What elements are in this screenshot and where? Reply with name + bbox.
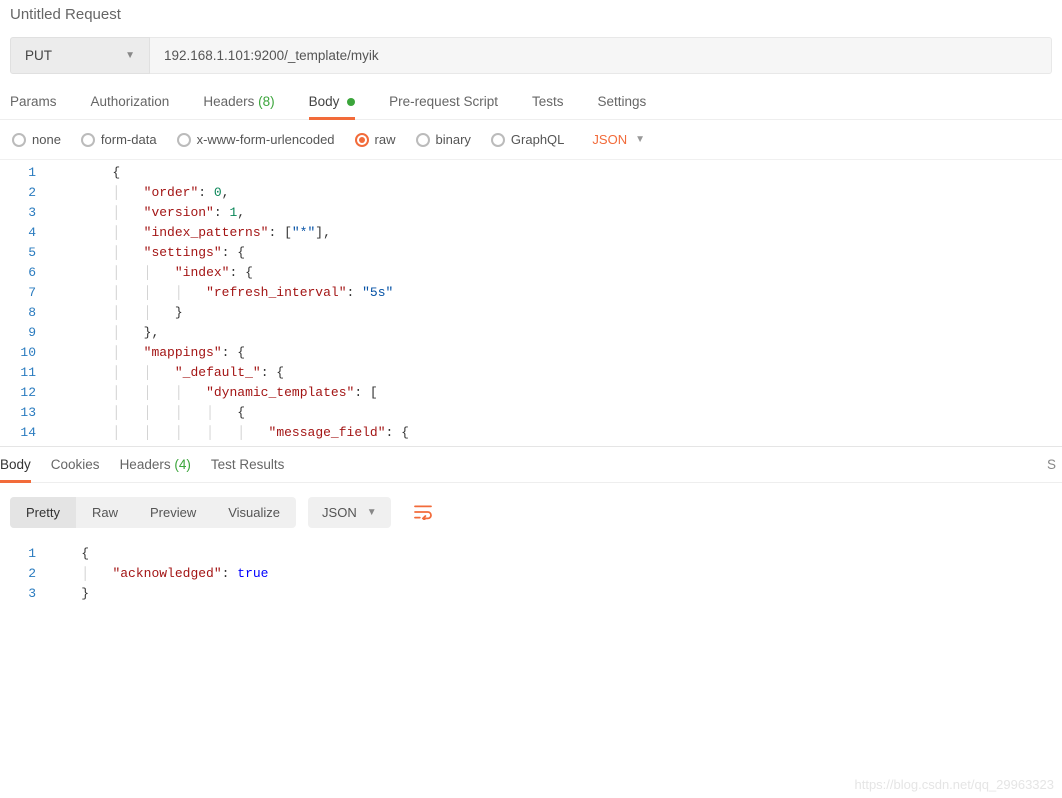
response-tab-cookies[interactable]: Cookies xyxy=(51,457,100,482)
line-gutter: 1234567891011121314 xyxy=(0,163,50,444)
tab-tests[interactable]: Tests xyxy=(532,94,564,119)
body-type-row: none form-data x-www-form-urlencoded raw… xyxy=(0,120,1062,160)
tab-settings[interactable]: Settings xyxy=(597,94,646,119)
body-type-label: x-www-form-urlencoded xyxy=(197,132,335,147)
body-format-label: JSON xyxy=(592,132,627,147)
view-raw-button[interactable]: Raw xyxy=(76,497,134,528)
radio-icon xyxy=(12,133,26,147)
body-type-xwww[interactable]: x-www-form-urlencoded xyxy=(177,132,335,147)
response-tab-headers-label: Headers xyxy=(120,457,171,472)
body-type-label: form-data xyxy=(101,132,157,147)
request-tabs: Params Authorization Headers (8) Body Pr… xyxy=(0,74,1062,120)
http-method-value: PUT xyxy=(25,48,52,63)
request-body-editor[interactable]: 1234567891011121314 { │ "order": 0, │ "v… xyxy=(0,160,1062,444)
wrap-lines-button[interactable] xyxy=(405,495,441,529)
chevron-down-icon: ▼ xyxy=(125,50,135,61)
response-tab-body[interactable]: Body xyxy=(0,457,31,482)
view-preview-button[interactable]: Preview xyxy=(134,497,212,528)
response-tabs: Body Cookies Headers (4) Test Results S xyxy=(0,446,1062,483)
dot-indicator-icon xyxy=(347,98,355,106)
chevron-down-icon: ▼ xyxy=(367,507,377,518)
response-status-truncated: S xyxy=(1047,457,1062,482)
tab-authorization[interactable]: Authorization xyxy=(91,94,170,119)
request-title: Untitled Request xyxy=(0,0,1062,37)
body-type-label: GraphQL xyxy=(511,132,564,147)
body-type-none[interactable]: none xyxy=(12,132,61,147)
body-type-graphql[interactable]: GraphQL xyxy=(491,132,564,147)
response-tab-results[interactable]: Test Results xyxy=(211,457,285,482)
tab-headers[interactable]: Headers (8) xyxy=(203,94,274,119)
body-type-label: binary xyxy=(436,132,471,147)
tab-params[interactable]: Params xyxy=(10,94,57,119)
tab-body-label: Body xyxy=(309,94,340,109)
body-type-label: raw xyxy=(375,132,396,147)
body-type-label: none xyxy=(32,132,61,147)
response-tab-headers-count: (4) xyxy=(174,457,191,472)
response-tab-headers[interactable]: Headers (4) xyxy=(120,457,191,482)
response-view-mode: Pretty Raw Preview Visualize xyxy=(10,497,296,528)
view-visualize-button[interactable]: Visualize xyxy=(212,497,296,528)
radio-icon xyxy=(177,133,191,147)
body-type-formdata[interactable]: form-data xyxy=(81,132,157,147)
code-lines: { │ "order": 0, │ "version": 1, │ "index… xyxy=(50,163,1062,444)
radio-icon xyxy=(416,133,430,147)
line-gutter: 123 xyxy=(0,544,50,604)
http-method-select[interactable]: PUT ▼ xyxy=(10,37,150,74)
radio-icon xyxy=(355,133,369,147)
tab-headers-label: Headers xyxy=(203,94,254,109)
watermark: https://blog.csdn.net/qq_29963323 xyxy=(855,777,1055,792)
body-type-raw[interactable]: raw xyxy=(355,132,396,147)
response-format-dropdown[interactable]: JSON ▼ xyxy=(308,497,391,528)
tab-headers-count: (8) xyxy=(258,94,275,109)
tab-prerequest[interactable]: Pre-request Script xyxy=(389,94,498,119)
wrap-icon xyxy=(413,504,433,520)
response-body-viewer[interactable]: 123 { │ "acknowledged": true } xyxy=(0,541,1062,604)
chevron-down-icon: ▼ xyxy=(635,134,645,145)
body-type-binary[interactable]: binary xyxy=(416,132,471,147)
radio-icon xyxy=(81,133,95,147)
tab-body[interactable]: Body xyxy=(309,94,356,119)
view-pretty-button[interactable]: Pretty xyxy=(10,497,76,528)
radio-icon xyxy=(491,133,505,147)
response-toolbar: Pretty Raw Preview Visualize JSON ▼ xyxy=(0,483,1062,541)
code-lines: { │ "acknowledged": true } xyxy=(50,544,1062,604)
request-url-input[interactable] xyxy=(150,37,1052,74)
response-format-label: JSON xyxy=(322,505,357,520)
body-format-dropdown[interactable]: JSON ▼ xyxy=(592,132,645,147)
